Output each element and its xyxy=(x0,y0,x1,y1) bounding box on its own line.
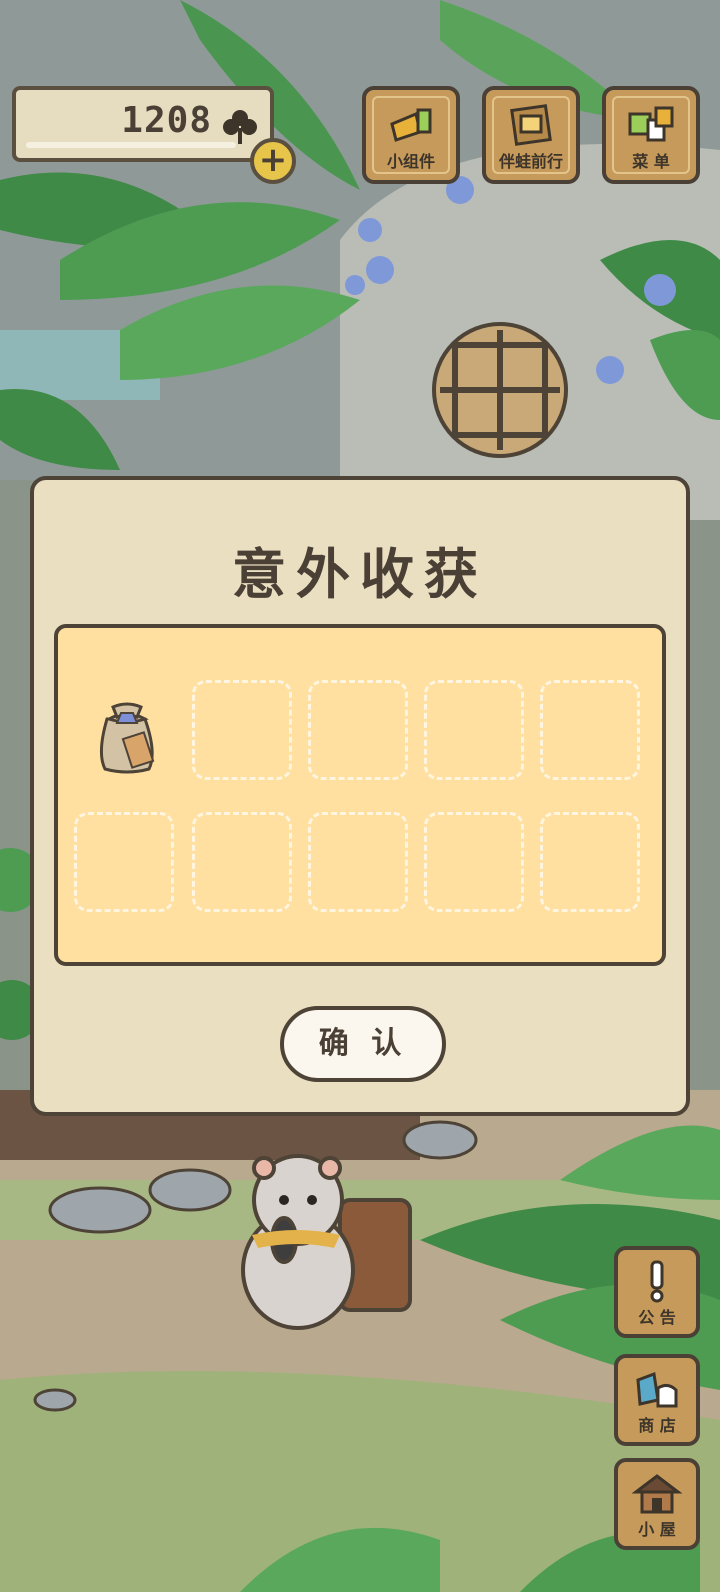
announcement-button[interactable]: 公 告 xyxy=(614,1246,700,1338)
shop-bags-icon xyxy=(636,1371,678,1408)
reward-slot-4[interactable] xyxy=(424,680,524,780)
shop-button[interactable]: 商 店 xyxy=(614,1354,700,1446)
exclamation-icon xyxy=(650,1260,664,1303)
reward-slot-1[interactable] xyxy=(74,680,174,780)
shop-label: 商 店 xyxy=(638,1416,676,1435)
clover-icon xyxy=(223,110,257,144)
widget-button[interactable]: 小组件 xyxy=(362,86,460,184)
widget-label: 小组件 xyxy=(386,152,435,171)
journal-button[interactable]: 伴蛙前行 xyxy=(482,86,580,184)
clover-count: 1208 xyxy=(121,100,212,141)
reward-slot-2[interactable] xyxy=(192,680,292,780)
widget-icon xyxy=(390,108,432,142)
lucky-bag-icon xyxy=(100,702,155,774)
announcement-label: 公 告 xyxy=(638,1308,676,1327)
reward-dialog: 意外收获 确 认 xyxy=(30,476,690,1116)
confirm-button[interactable]: 确 认 xyxy=(280,1006,446,1082)
house-label: 小 屋 xyxy=(638,1520,676,1539)
dialog-title: 意外收获 xyxy=(232,543,488,606)
reward-slot-8[interactable] xyxy=(308,812,408,912)
clover-counter: 1208 xyxy=(12,86,274,162)
reward-slots-panel xyxy=(54,624,666,966)
menu-button[interactable]: 菜 单 xyxy=(602,86,700,184)
house-icon xyxy=(632,1474,682,1514)
menu-icon xyxy=(628,106,674,142)
reward-slot-7[interactable] xyxy=(192,812,292,912)
reward-slot-9[interactable] xyxy=(424,812,524,912)
reward-slot-5[interactable] xyxy=(540,680,640,780)
add-clovers-button[interactable]: + xyxy=(250,138,296,184)
reward-slot-10[interactable] xyxy=(540,812,640,912)
house-button[interactable]: 小 屋 xyxy=(614,1458,700,1550)
journal-label: 伴蛙前行 xyxy=(498,152,563,171)
reward-slot-6[interactable] xyxy=(74,812,174,912)
menu-label: 菜 单 xyxy=(632,152,670,171)
reward-slot-3[interactable] xyxy=(308,680,408,780)
journal-icon xyxy=(510,104,552,146)
